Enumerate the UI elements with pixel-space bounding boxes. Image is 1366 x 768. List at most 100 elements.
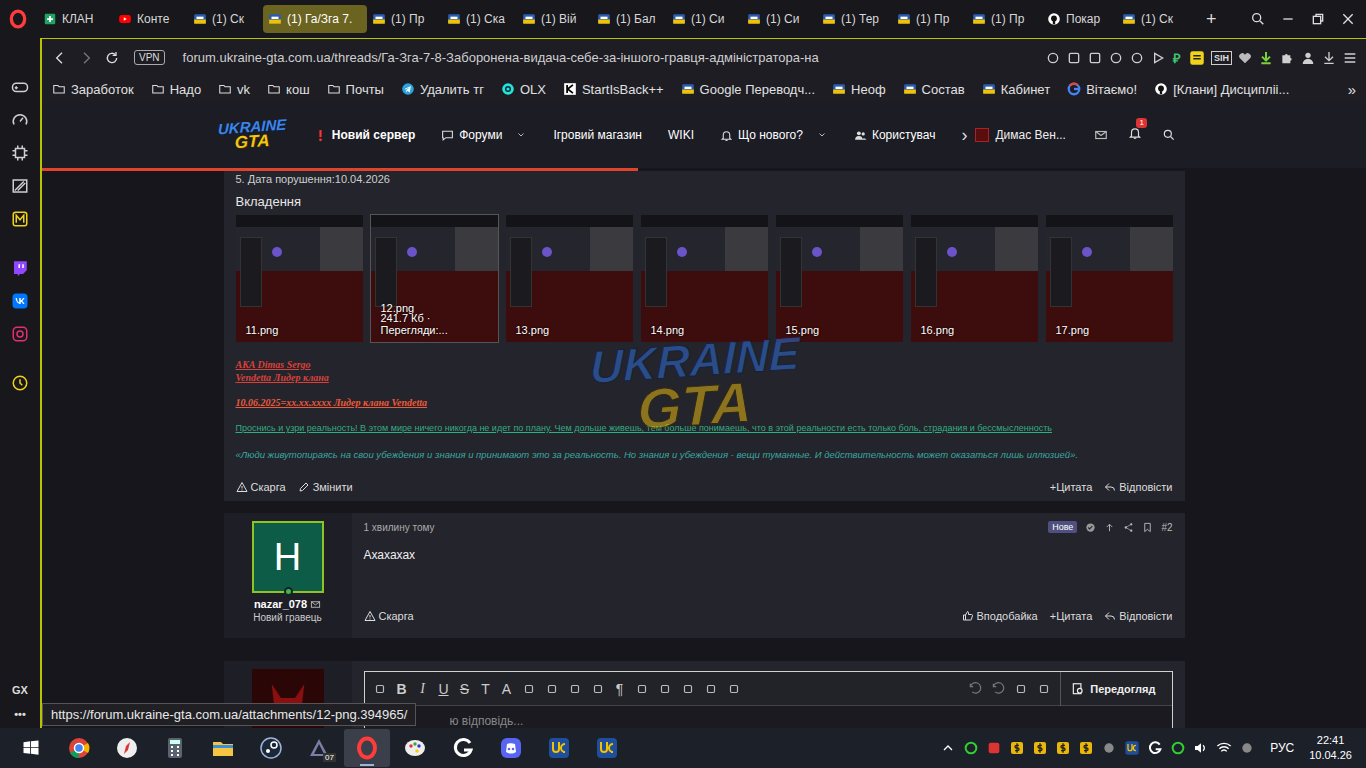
forum-logo[interactable]: UKRAINEGTA (218, 117, 286, 152)
preview-button[interactable]: Передогляд (1060, 672, 1163, 706)
more-bookmarks-button[interactable]: » (1348, 81, 1356, 98)
volume-icon[interactable] (1193, 740, 1209, 756)
browser-tab[interactable]: (1) Пр (892, 5, 967, 33)
bookmark[interactable]: Почты (327, 82, 384, 97)
taskbar-app[interactable] (248, 729, 294, 767)
reply-input[interactable]: ю відповідь... (365, 706, 1172, 728)
restore-icon[interactable] (1310, 11, 1326, 27)
action-button[interactable]: Відповісти (1104, 610, 1172, 622)
taskbar-app[interactable] (344, 729, 390, 767)
action-button[interactable]: Вподобайка (962, 610, 1038, 622)
action-button[interactable]: Відповісти (1104, 481, 1172, 493)
dollar-icon[interactable] (1032, 740, 1048, 756)
action-button[interactable]: Змінити (298, 481, 353, 493)
bookmark[interactable]: Состав (903, 82, 965, 97)
signature-line[interactable]: 10.06.2025=xx.xx.xxxx Лидер клана Vendet… (236, 396, 1173, 409)
browser-tab[interactable]: (1) Тер (817, 5, 892, 33)
block-icon[interactable] (1108, 50, 1124, 66)
gx-button[interactable]: GX (12, 684, 28, 696)
tool-icon[interactable] (568, 682, 582, 696)
bookmark[interactable]: [Клани] Дисципліі... (1154, 82, 1289, 97)
mail-icon[interactable] (310, 599, 321, 610)
tool-icon[interactable] (373, 682, 387, 696)
format-button[interactable]: I (417, 681, 429, 697)
action-button[interactable]: Скарга (364, 610, 414, 622)
up-arrow-icon[interactable] (1104, 522, 1115, 533)
start-button[interactable] (8, 729, 54, 767)
username[interactable]: nazar_078 (254, 598, 321, 610)
download-extension-icon[interactable] (1258, 50, 1274, 66)
forward-icon[interactable] (78, 50, 94, 66)
signature-line[interactable]: AKA Dimas Sergo (236, 358, 1173, 371)
tool-icon[interactable] (658, 682, 672, 696)
taskbar-app[interactable] (536, 729, 582, 767)
nav-item[interactable]: Форуми (441, 128, 527, 142)
browser-tab[interactable]: КЛАН (38, 5, 113, 33)
extensions-icon[interactable] (1279, 50, 1295, 66)
heart-icon[interactable] (1237, 50, 1253, 66)
vpn-badge[interactable]: VPN (134, 50, 165, 65)
app-tray-icon[interactable] (963, 740, 979, 756)
bookmark[interactable]: кош (267, 82, 310, 97)
browser-tab[interactable]: (1) Си (742, 5, 817, 33)
taskbar-app[interactable] (152, 729, 198, 767)
tool-icon[interactable] (727, 682, 741, 696)
app-tray-icon[interactable] (1239, 740, 1255, 756)
action-button[interactable]: +Цитата (1050, 481, 1093, 493)
browser-tab[interactable]: (1) Ск (188, 5, 263, 33)
bookmark[interactable]: Вітаємо! (1067, 82, 1137, 97)
user-menu[interactable]: Димас Вен... (975, 128, 1065, 142)
pin-icon[interactable] (1066, 50, 1082, 66)
app-tray-icon[interactable] (1101, 740, 1117, 756)
mail-icon[interactable] (1094, 128, 1108, 142)
user-avatar[interactable]: H (252, 521, 324, 593)
dollar-icon[interactable] (1009, 740, 1025, 756)
format-button[interactable]: T (480, 681, 492, 697)
more-button[interactable]: ••• (14, 708, 26, 720)
bookmark[interactable]: OLX (501, 82, 546, 97)
attachment-thumbnail[interactable]: 15.png (776, 215, 903, 342)
cpu-icon[interactable] (11, 144, 29, 162)
redo-icon[interactable] (991, 682, 1005, 696)
nav-item[interactable]: WIKI (668, 128, 694, 142)
format-button[interactable]: U (438, 681, 450, 697)
browser-tab[interactable]: (1) Ска (442, 5, 517, 33)
opera-logo-icon[interactable] (8, 9, 28, 29)
tool-icon[interactable] (681, 682, 695, 696)
brackets-icon[interactable] (1014, 682, 1028, 696)
minimize-icon[interactable] (1280, 11, 1296, 27)
format-button[interactable]: A (501, 681, 513, 697)
drafts-icon[interactable] (1037, 682, 1051, 696)
taskbar-app[interactable] (392, 729, 438, 767)
tool-icon[interactable] (545, 682, 559, 696)
app-tray-icon[interactable] (1170, 740, 1186, 756)
dollar-icon[interactable] (1078, 740, 1094, 756)
bookmark[interactable]: Удалить тг (401, 82, 484, 97)
browser-tab[interactable]: (1) Вій (517, 5, 592, 33)
search-icon[interactable] (1250, 11, 1266, 27)
tool-icon[interactable] (522, 682, 536, 696)
bookmark[interactable]: StartIsBack++ (563, 82, 664, 97)
taskbar-app[interactable] (200, 729, 246, 767)
action-button[interactable]: Скарга (236, 481, 286, 493)
tool-icon[interactable] (635, 682, 649, 696)
notes-extension-icon[interactable] (1188, 49, 1206, 67)
attachment-thumbnail[interactable]: 11.png (236, 215, 363, 342)
menu-icon[interactable] (1342, 50, 1358, 66)
url-field[interactable]: forum.ukraine-gta.com.ua/threads/Га-Зга-… (183, 50, 819, 65)
taskbar-app[interactable] (584, 729, 630, 767)
clock[interactable]: 22:4110.04.26 (1309, 733, 1352, 763)
show-hidden-icon[interactable] (940, 740, 956, 756)
post-number[interactable]: #2 (1161, 522, 1172, 533)
search-icon[interactable] (1162, 128, 1176, 142)
browser-tab[interactable]: Покар (1042, 5, 1117, 33)
attachment-thumbnail[interactable]: 12.png241.7 Кб · Перегляди:... (371, 215, 498, 342)
g-tray-icon[interactable] (1147, 740, 1163, 756)
bookmark[interactable]: Заработок (52, 82, 134, 97)
bookmark[interactable]: Кабинет (982, 82, 1050, 97)
app-tray-icon[interactable] (986, 740, 1002, 756)
attachment-thumbnail[interactable]: 14.png (641, 215, 768, 342)
nav-item[interactable]: Що нового? (720, 128, 828, 142)
browser-tab[interactable]: (1) Пр (367, 5, 442, 33)
format-button[interactable]: S (459, 681, 471, 697)
